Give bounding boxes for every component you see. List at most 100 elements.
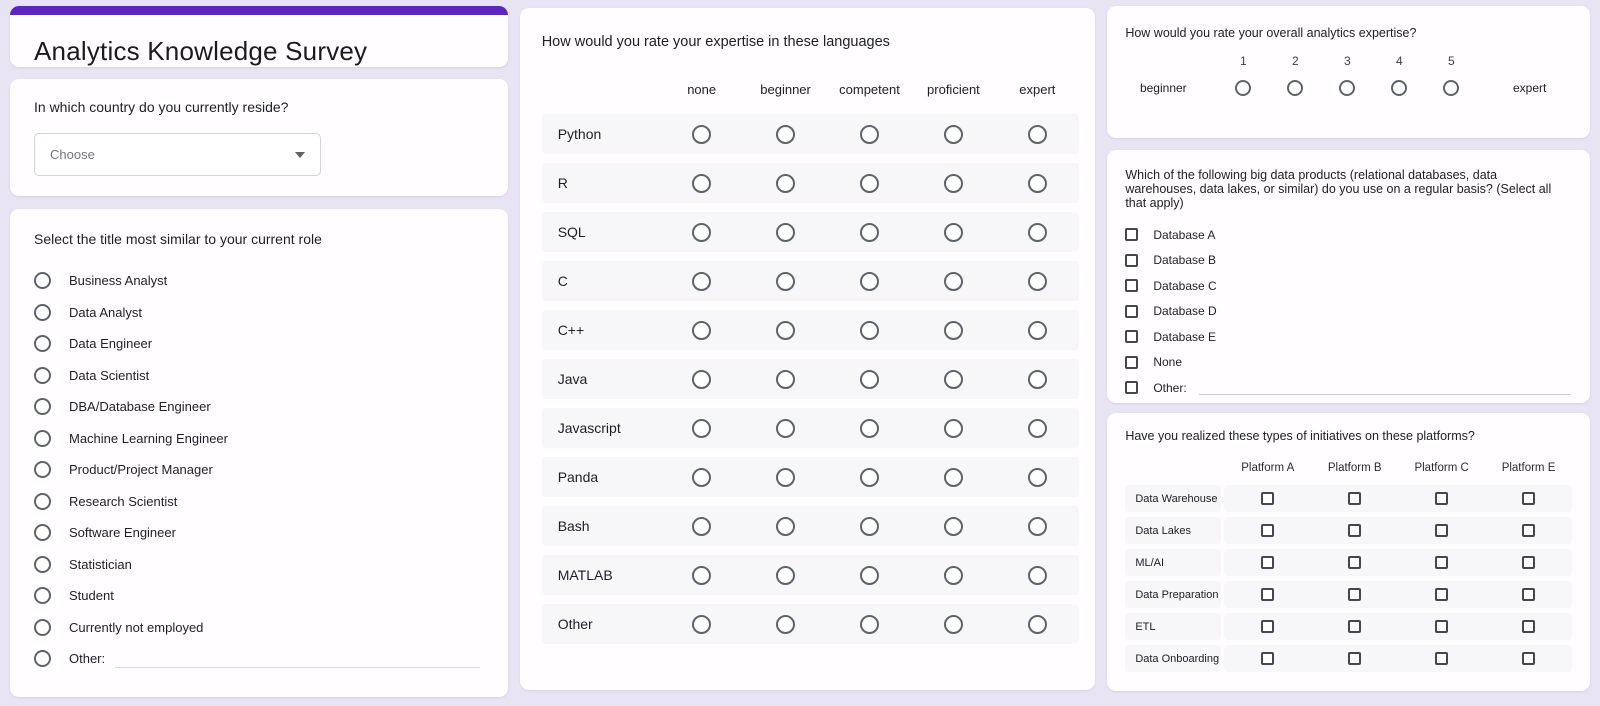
radio-icon[interactable] <box>34 304 51 321</box>
role-option[interactable]: Research Scientist <box>34 486 484 518</box>
radio-icon[interactable] <box>1028 370 1047 389</box>
radio-icon[interactable] <box>692 566 711 585</box>
radio-icon[interactable] <box>34 524 51 541</box>
role-option[interactable]: Data Engineer <box>34 328 484 360</box>
radio-icon[interactable] <box>776 615 795 634</box>
radio-icon[interactable] <box>692 615 711 634</box>
checkbox-icon[interactable] <box>1348 620 1361 633</box>
radio-icon[interactable] <box>34 272 51 289</box>
radio-icon[interactable] <box>1028 125 1047 144</box>
role-option[interactable]: Statistician <box>34 549 484 581</box>
checkbox-icon[interactable] <box>1522 492 1535 505</box>
role-option[interactable]: Currently not employed <box>34 612 484 644</box>
role-option[interactable]: Business Analyst <box>34 265 484 297</box>
radio-icon[interactable] <box>692 419 711 438</box>
radio-icon[interactable] <box>1028 321 1047 340</box>
radio-icon[interactable] <box>1028 419 1047 438</box>
radio-icon[interactable] <box>776 566 795 585</box>
checkbox-icon[interactable] <box>1125 356 1138 369</box>
checkbox-icon[interactable] <box>1435 492 1448 505</box>
checkbox-icon[interactable] <box>1125 381 1138 394</box>
radio-icon[interactable] <box>944 419 963 438</box>
checkbox-icon[interactable] <box>1125 254 1138 267</box>
radio-icon[interactable] <box>776 174 795 193</box>
radio-icon[interactable] <box>34 461 51 478</box>
radio-icon[interactable] <box>692 370 711 389</box>
radio-icon[interactable] <box>692 125 711 144</box>
radio-icon[interactable] <box>1028 223 1047 242</box>
radio-icon[interactable] <box>944 468 963 487</box>
radio-icon[interactable] <box>860 321 879 340</box>
radio-icon[interactable] <box>860 272 879 291</box>
radio-icon[interactable] <box>776 419 795 438</box>
radio-icon[interactable] <box>776 468 795 487</box>
checkbox-icon[interactable] <box>1435 556 1448 569</box>
radio-icon[interactable] <box>34 587 51 604</box>
radio-icon[interactable] <box>860 468 879 487</box>
radio-icon[interactable] <box>944 615 963 634</box>
checkbox-icon[interactable] <box>1261 588 1274 601</box>
radio-icon[interactable] <box>860 174 879 193</box>
radio-icon[interactable] <box>944 174 963 193</box>
radio-icon[interactable] <box>1339 80 1355 96</box>
radio-icon[interactable] <box>1028 566 1047 585</box>
checkbox-icon[interactable] <box>1522 556 1535 569</box>
bigdata-option[interactable]: Database B <box>1125 248 1570 274</box>
radio-icon[interactable] <box>692 272 711 291</box>
checkbox-icon[interactable] <box>1522 620 1535 633</box>
role-option[interactable]: Data Analyst <box>34 297 484 329</box>
radio-icon[interactable] <box>692 223 711 242</box>
role-option[interactable]: Student <box>34 580 484 612</box>
radio-icon[interactable] <box>34 650 51 667</box>
checkbox-icon[interactable] <box>1348 588 1361 601</box>
bigdata-option[interactable]: Database D <box>1125 299 1570 325</box>
radio-icon[interactable] <box>34 556 51 573</box>
checkbox-icon[interactable] <box>1125 228 1138 241</box>
radio-icon[interactable] <box>860 223 879 242</box>
checkbox-icon[interactable] <box>1522 652 1535 665</box>
radio-icon[interactable] <box>1028 517 1047 536</box>
radio-icon[interactable] <box>692 174 711 193</box>
radio-icon[interactable] <box>34 335 51 352</box>
checkbox-icon[interactable] <box>1125 330 1138 343</box>
radio-icon[interactable] <box>34 619 51 636</box>
checkbox-icon[interactable] <box>1261 556 1274 569</box>
radio-icon[interactable] <box>776 517 795 536</box>
checkbox-icon[interactable] <box>1522 588 1535 601</box>
checkbox-icon[interactable] <box>1348 524 1361 537</box>
radio-icon[interactable] <box>1028 174 1047 193</box>
radio-icon[interactable] <box>1028 615 1047 634</box>
checkbox-icon[interactable] <box>1261 620 1274 633</box>
role-other-option[interactable]: Other: <box>34 643 484 675</box>
checkbox-icon[interactable] <box>1125 305 1138 318</box>
checkbox-icon[interactable] <box>1522 524 1535 537</box>
radio-icon[interactable] <box>860 370 879 389</box>
radio-icon[interactable] <box>1391 80 1407 96</box>
role-option[interactable]: DBA/Database Engineer <box>34 391 484 423</box>
radio-icon[interactable] <box>944 370 963 389</box>
radio-icon[interactable] <box>860 566 879 585</box>
radio-icon[interactable] <box>944 272 963 291</box>
radio-icon[interactable] <box>1028 272 1047 291</box>
radio-icon[interactable] <box>34 430 51 447</box>
radio-icon[interactable] <box>34 367 51 384</box>
radio-icon[interactable] <box>692 517 711 536</box>
bigdata-option[interactable]: Database E <box>1125 324 1570 350</box>
bigdata-option[interactable]: None <box>1125 350 1570 376</box>
checkbox-icon[interactable] <box>1261 652 1274 665</box>
checkbox-icon[interactable] <box>1348 556 1361 569</box>
radio-icon[interactable] <box>1235 80 1251 96</box>
radio-icon[interactable] <box>776 125 795 144</box>
other-text-input-line[interactable] <box>115 650 480 668</box>
checkbox-icon[interactable] <box>1435 588 1448 601</box>
checkbox-icon[interactable] <box>1348 492 1361 505</box>
radio-icon[interactable] <box>34 493 51 510</box>
radio-icon[interactable] <box>1443 80 1459 96</box>
bigdata-option[interactable]: Database A <box>1125 222 1570 248</box>
checkbox-icon[interactable] <box>1125 279 1138 292</box>
radio-icon[interactable] <box>776 272 795 291</box>
role-option[interactable]: Software Engineer <box>34 517 484 549</box>
radio-icon[interactable] <box>860 615 879 634</box>
radio-icon[interactable] <box>944 321 963 340</box>
radio-icon[interactable] <box>34 398 51 415</box>
